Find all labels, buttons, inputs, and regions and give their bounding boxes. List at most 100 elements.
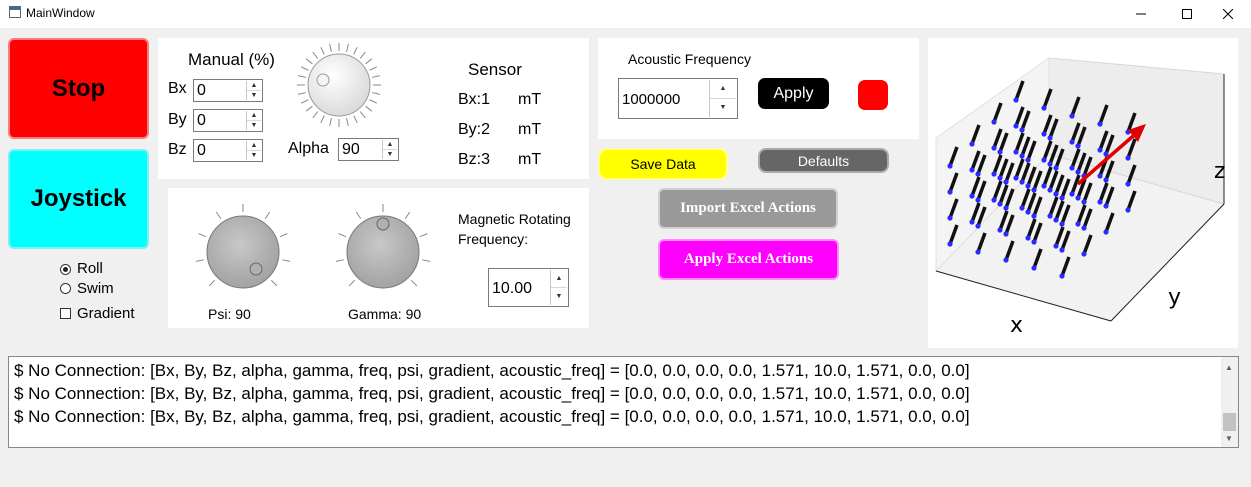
field-vector-origin xyxy=(1013,123,1019,129)
freq-label-1: Magnetic Rotating xyxy=(458,211,571,227)
field-vector-origin xyxy=(1103,203,1109,209)
acoustic-spinbox[interactable]: 1000000 ▲ ▼ xyxy=(618,78,738,119)
roll-label: Roll xyxy=(77,260,103,277)
field-vector-origin xyxy=(1125,155,1131,161)
field-vector-origin xyxy=(997,149,1003,155)
stop-button[interactable]: Stop xyxy=(8,38,149,139)
sensor-bz-unit: mT xyxy=(518,151,542,168)
field-vector-origin xyxy=(1053,217,1059,223)
dial-tick xyxy=(300,66,309,71)
alpha-dial[interactable] xyxy=(294,40,384,130)
field-vector-origin xyxy=(1081,199,1087,205)
bz-spinbox[interactable]: 0 ▲ ▼ xyxy=(193,139,263,162)
by-spinbox[interactable]: 0 ▲ ▼ xyxy=(193,109,263,132)
field-vector-origin xyxy=(969,167,975,173)
sensor-bx-label: Bx:1 xyxy=(458,91,491,108)
field-vector-origin xyxy=(969,141,975,147)
field-vector-origin xyxy=(1103,177,1109,183)
dial-tick xyxy=(297,75,306,78)
field-vector-origin xyxy=(997,175,1003,181)
field-vector-origin xyxy=(1031,239,1037,245)
field-vector-origin xyxy=(1019,179,1025,185)
alpha-spinbox[interactable]: 90 ▲ ▼ xyxy=(338,138,399,161)
dial-tick xyxy=(372,92,381,95)
dial-tick xyxy=(297,92,306,95)
spin-up-icon[interactable]: ▲ xyxy=(247,141,261,151)
dial-tick xyxy=(195,259,204,262)
dial-tick xyxy=(270,279,278,287)
spin-up-icon[interactable]: ▲ xyxy=(551,270,567,288)
field-vector-origin xyxy=(1047,187,1053,193)
spin-up-icon[interactable]: ▲ xyxy=(247,111,261,121)
field-vector-origin xyxy=(975,197,981,203)
alpha-value: 90 xyxy=(342,141,360,158)
scrollbar-thumb[interactable] xyxy=(1223,413,1236,431)
field-vector-origin xyxy=(1003,257,1009,263)
console-output[interactable]: $ No Connection: [Bx, By, Bz, alpha, gam… xyxy=(8,356,1239,448)
spin-down-icon[interactable]: ▼ xyxy=(247,91,261,101)
field-vector-origin xyxy=(975,171,981,177)
dial-tick xyxy=(305,58,313,65)
alpha-dial-handle[interactable] xyxy=(316,73,330,87)
spin-down-icon[interactable]: ▼ xyxy=(247,121,261,131)
spin-down-icon[interactable]: ▼ xyxy=(710,99,736,118)
gamma-dial-handle[interactable] xyxy=(376,217,390,231)
scroll-down-icon[interactable]: ▼ xyxy=(1225,434,1233,443)
field-vector-origin xyxy=(1081,225,1087,231)
spin-up-icon[interactable]: ▲ xyxy=(710,80,736,99)
psi-dial-handle[interactable] xyxy=(249,262,263,276)
console-line: $ No Connection: [Bx, By, Bz, alpha, gam… xyxy=(14,407,970,426)
swim-label: Swim xyxy=(77,280,114,297)
field-vector-origin xyxy=(1097,147,1103,153)
acoustic-apply-button[interactable]: Apply xyxy=(758,78,829,109)
joystick-button[interactable]: Joystick xyxy=(8,149,149,249)
field-vector-origin xyxy=(991,197,997,203)
spin-down-icon[interactable]: ▼ xyxy=(551,288,567,306)
gamma-label: Gamma: 90 xyxy=(348,306,422,322)
save-data-button[interactable]: Save Data xyxy=(598,148,728,180)
gradient-checkbox[interactable] xyxy=(60,308,71,319)
roll-radio[interactable] xyxy=(60,264,71,275)
field-plot-panel: x y z xyxy=(928,38,1238,348)
spin-up-icon[interactable]: ▲ xyxy=(383,140,397,150)
gamma-dial[interactable] xyxy=(333,202,433,302)
dial-tick xyxy=(208,279,216,287)
by-value: 0 xyxy=(197,112,206,129)
freq-spinbox[interactable]: 10.00 ▲ ▼ xyxy=(488,268,569,307)
field-vector-origin xyxy=(1103,229,1109,235)
psi-dial[interactable] xyxy=(193,202,293,302)
spin-down-icon[interactable]: ▼ xyxy=(247,151,261,161)
dial-tick xyxy=(419,233,428,238)
dial-tick xyxy=(372,75,381,78)
minimize-button[interactable] xyxy=(1118,0,1164,28)
dial-tick xyxy=(422,259,431,262)
field-vector-origin xyxy=(947,241,953,247)
acoustic-value: 1000000 xyxy=(622,91,681,108)
field-vector-origin xyxy=(991,145,997,151)
maximize-button[interactable] xyxy=(1164,0,1210,28)
field-vector-origin xyxy=(1025,235,1031,241)
bx-spinbox[interactable]: 0 ▲ ▼ xyxy=(193,79,263,102)
spin-down-icon[interactable]: ▼ xyxy=(383,150,397,160)
field-vector-origin xyxy=(947,163,953,169)
field-vector-origin xyxy=(969,193,975,199)
swim-radio[interactable] xyxy=(60,283,71,294)
bz-label: Bz xyxy=(168,141,187,158)
field-vector-origin xyxy=(1069,113,1075,119)
field-vector-origin xyxy=(1053,243,1059,249)
apply-excel-button[interactable]: Apply Excel Actions xyxy=(658,239,839,280)
close-button[interactable] xyxy=(1205,0,1251,28)
scroll-up-icon[interactable]: ▲ xyxy=(1225,363,1233,372)
alpha-label: Alpha xyxy=(288,140,329,157)
sensor-bz-label: Bz:3 xyxy=(458,151,491,168)
field-vector-origin xyxy=(1059,221,1065,227)
field-vector-origin xyxy=(1031,265,1037,271)
import-excel-button[interactable]: Import Excel Actions xyxy=(658,188,838,229)
spin-up-icon[interactable]: ▲ xyxy=(247,81,261,91)
dial-tick xyxy=(348,279,356,287)
defaults-button[interactable]: Defaults xyxy=(758,148,889,173)
field-vector-origin xyxy=(1069,191,1075,197)
console-scrollbar[interactable]: ▲ ▼ xyxy=(1221,357,1238,447)
dial-tick xyxy=(198,233,207,238)
field-vector-origin xyxy=(1125,207,1131,213)
